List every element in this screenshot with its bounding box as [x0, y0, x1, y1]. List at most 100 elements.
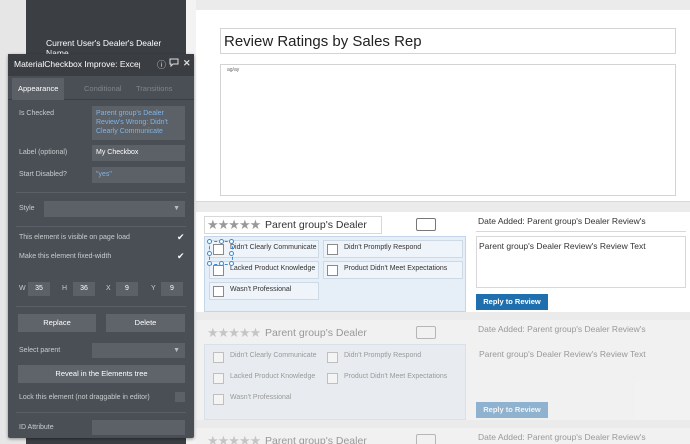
panel-tabs: Appearance Conditional Transitions: [8, 78, 194, 100]
checkbox-group: Didn't Clearly Communicate Didn't Prompt…: [204, 236, 466, 312]
review-group[interactable]: ★★★★★ Parent group's Dealer Didn't Clear…: [196, 320, 690, 420]
divider: [16, 226, 186, 227]
label-field[interactable]: My Checkbox: [92, 145, 185, 161]
checkbox-square-icon[interactable]: [213, 373, 224, 384]
tab-transitions[interactable]: Transitions: [130, 78, 178, 100]
start-disabled-label: Start Disabled?: [19, 171, 67, 178]
delete-button[interactable]: Delete: [106, 314, 185, 332]
resize-handle[interactable]: [207, 261, 212, 266]
style-dropdown[interactable]: ▼: [44, 201, 185, 217]
selection-outline[interactable]: [207, 239, 234, 266]
checkbox-square-icon[interactable]: [213, 352, 224, 363]
is-checked-label: Is Checked: [19, 110, 55, 117]
chart-placeholder[interactable]: ag/ay: [220, 64, 676, 196]
resize-handle[interactable]: [229, 261, 234, 266]
date-added-text: Date Added: Parent group's Dealer Review…: [478, 432, 646, 442]
checkbox-wasnt-professional[interactable]: Wasn't Professional: [209, 282, 319, 300]
review-group[interactable]: ★★★★★ Parent group's Dealer Date Added: …: [196, 428, 690, 444]
page-title[interactable]: Review Ratings by Sales Rep: [220, 28, 676, 54]
checkbox-square-icon[interactable]: [213, 394, 224, 405]
x-label: X: [106, 285, 111, 292]
checkbox-label: Didn't Clearly Communicate: [230, 244, 317, 251]
property-editor-panel[interactable]: MaterialCheckbox Improve: Excep ⓘ ✕ Appe…: [8, 54, 194, 438]
review-group[interactable]: ★★★★★ Parent group's Dealer Didn't Clear…: [196, 212, 690, 312]
y-label: Y: [151, 285, 156, 292]
width-label: W: [19, 285, 26, 292]
checkbox-group: Didn't Clearly Communicate Didn't Prompt…: [204, 344, 466, 420]
toggle-square[interactable]: [416, 326, 436, 339]
date-added-text: Date Added: Parent group's Dealer Review…: [476, 216, 686, 232]
tab-appearance[interactable]: Appearance: [12, 78, 65, 100]
checkbox-didnt-promptly-respond[interactable]: Didn't Promptly Respond: [323, 348, 463, 366]
tab-conditional[interactable]: Conditional: [78, 78, 128, 100]
checkbox-square-icon[interactable]: [213, 265, 224, 276]
rating-stars-box[interactable]: ★★★★★ Parent group's Dealer: [204, 324, 382, 342]
replace-button[interactable]: Replace: [18, 314, 96, 332]
checkbox-didnt-promptly-respond[interactable]: Didn't Promptly Respond: [323, 240, 463, 258]
dealer-name: Parent group's Dealer: [265, 435, 367, 444]
checkbox-label: Didn't Promptly Respond: [344, 244, 422, 251]
resize-handle[interactable]: [207, 239, 212, 244]
checkbox-label: Lacked Product Knowledge: [230, 265, 316, 272]
checkbox-label: Product Didn't Meet Expectations: [344, 373, 448, 380]
id-attribute-field[interactable]: [92, 420, 185, 435]
checkbox-label: Lacked Product Knowledge: [230, 373, 316, 380]
width-field[interactable]: 35: [28, 282, 50, 296]
resize-handle[interactable]: [219, 239, 224, 244]
fixed-width-checkbox[interactable]: ✔: [177, 251, 185, 262]
resize-handle[interactable]: [219, 261, 224, 266]
review-text: Parent group's Dealer Review's Review Te…: [479, 349, 646, 359]
date-added-text: Date Added: Parent group's Dealer Review…: [478, 324, 646, 334]
style-label: Style: [19, 205, 35, 212]
checkbox-product-didnt-meet-expectations[interactable]: Product Didn't Meet Expectations: [323, 261, 463, 279]
id-attribute-label: ID Attribute: [19, 424, 54, 431]
select-parent-dropdown[interactable]: ▼: [92, 343, 185, 358]
editor-canvas: Review Ratings by Sales Rep ag/ay ★★★★★ …: [196, 0, 690, 444]
checkbox-square-icon[interactable]: [327, 373, 338, 384]
lock-element-checkbox[interactable]: [175, 392, 185, 402]
chart-placeholder-text: ag/ay: [227, 67, 240, 73]
chevron-down-icon: ▼: [173, 205, 180, 212]
checkbox-label: Didn't Clearly Communicate: [230, 352, 317, 359]
rating-stars-box[interactable]: ★★★★★ Parent group's Dealer: [204, 216, 382, 234]
resize-handle[interactable]: [207, 251, 212, 256]
fixed-width-label: Make this element fixed-width: [19, 253, 112, 260]
is-checked-field[interactable]: Parent group's Dealer Review's Wrong: Di…: [92, 106, 185, 140]
checkbox-label: Product Didn't Meet Expectations: [344, 265, 448, 272]
close-icon[interactable]: ✕: [183, 58, 191, 69]
rating-stars-box[interactable]: ★★★★★ Parent group's Dealer: [204, 432, 382, 444]
start-disabled-field[interactable]: "yes": [92, 167, 185, 183]
height-label: H: [62, 285, 68, 292]
comment-icon[interactable]: [169, 58, 179, 69]
info-icon[interactable]: ⓘ: [157, 58, 166, 71]
resize-handle[interactable]: [229, 251, 234, 256]
checkbox-square-icon[interactable]: [327, 352, 338, 363]
star-rating-icon: ★★★★★: [207, 325, 261, 340]
reply-to-review-button[interactable]: Reply to Review: [476, 294, 548, 310]
checkbox-label: Didn't Promptly Respond: [344, 352, 422, 359]
checkbox-square-icon[interactable]: [327, 265, 338, 276]
visible-on-load-checkbox[interactable]: ✔: [177, 232, 185, 243]
star-rating-icon: ★★★★★: [207, 433, 261, 444]
resize-handle[interactable]: [229, 239, 234, 244]
checkbox-square-icon[interactable]: [327, 244, 338, 255]
divider: [16, 306, 186, 307]
checkbox-label: Wasn't Professional: [230, 286, 292, 293]
toggle-square[interactable]: [416, 434, 436, 444]
y-field[interactable]: 9: [161, 282, 183, 296]
height-field[interactable]: 36: [73, 282, 95, 296]
checkbox-product-didnt-meet-expectations[interactable]: Product Didn't Meet Expectations: [323, 369, 463, 387]
panel-header[interactable]: MaterialCheckbox Improve: Excep ⓘ ✕: [8, 54, 194, 76]
checkbox-wasnt-professional[interactable]: Wasn't Professional: [209, 390, 319, 408]
reveal-in-tree-button[interactable]: Reveal in the Elements tree: [18, 365, 185, 383]
checkbox-square-icon[interactable]: [213, 286, 224, 297]
checkbox-lacked-product-knowledge[interactable]: Lacked Product Knowledge: [209, 369, 319, 387]
visible-on-load-label: This element is visible on page load: [19, 234, 130, 241]
panel-title: MaterialCheckbox Improve: Excep: [14, 59, 140, 69]
x-field[interactable]: 9: [116, 282, 138, 296]
checkbox-label: Wasn't Professional: [230, 394, 292, 401]
toggle-square[interactable]: [416, 218, 436, 231]
reply-to-review-button[interactable]: Reply to Review: [476, 402, 548, 418]
label-optional-label: Label (optional): [19, 149, 68, 156]
checkbox-didnt-clearly-communicate[interactable]: Didn't Clearly Communicate: [209, 348, 319, 366]
